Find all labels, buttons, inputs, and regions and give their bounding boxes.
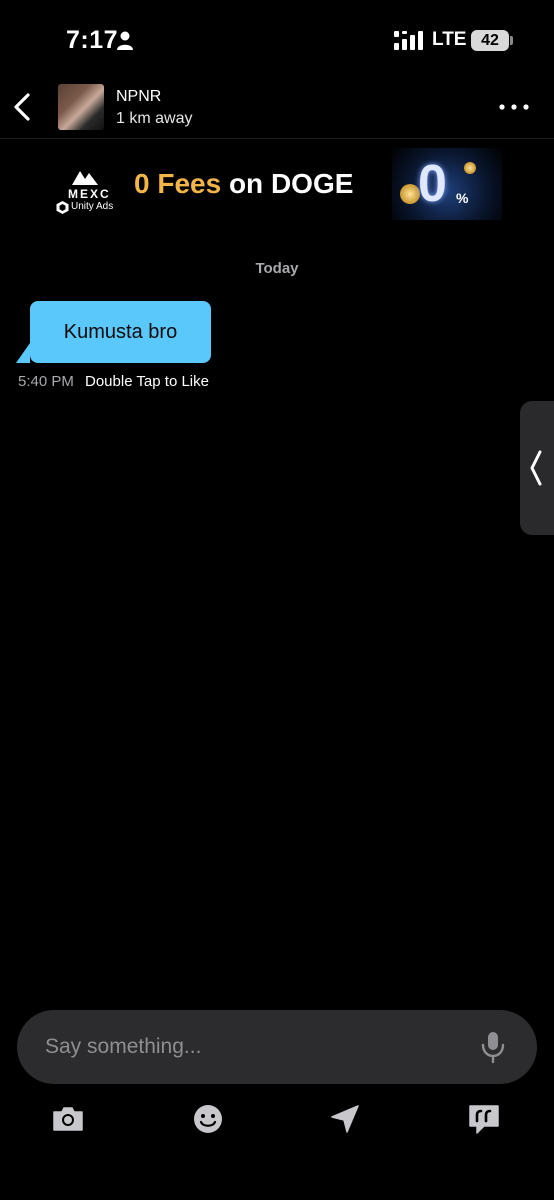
ad-art-zero: 0 bbox=[418, 155, 447, 213]
ad-banner[interactable]: MEXC Unity Ads 0 Fees on DOGE 0 % bbox=[54, 148, 502, 222]
contact-name[interactable]: NPNR bbox=[116, 88, 161, 106]
message-bubble[interactable]: Kumusta bro bbox=[30, 301, 211, 363]
emoji-icon[interactable] bbox=[191, 1102, 225, 1136]
microphone-icon[interactable] bbox=[479, 1030, 507, 1064]
back-icon[interactable] bbox=[8, 90, 38, 124]
quick-replies-icon[interactable] bbox=[467, 1102, 501, 1136]
message-input[interactable]: Say something... bbox=[17, 1010, 537, 1084]
ad-headline: 0 Fees on DOGE bbox=[134, 168, 353, 200]
ad-network-label: Unity Ads bbox=[71, 201, 114, 212]
unity-icon bbox=[56, 201, 69, 214]
ad-artwork: 0 % bbox=[392, 148, 502, 220]
input-placeholder: Say something... bbox=[45, 1035, 202, 1058]
ad-brand: MEXC bbox=[68, 187, 111, 201]
double-tap-like-hint[interactable]: Double Tap to Like bbox=[85, 373, 209, 390]
signal-icon bbox=[394, 31, 423, 50]
message-text: Kumusta bro bbox=[63, 321, 178, 343]
date-divider: Today bbox=[255, 260, 299, 277]
side-drawer-handle[interactable] bbox=[520, 401, 554, 535]
battery-tip bbox=[510, 36, 513, 45]
coin-icon bbox=[400, 184, 420, 204]
message-bubble-tail bbox=[16, 343, 30, 363]
mexc-logo-icon bbox=[72, 171, 98, 185]
ad-art-percent: % bbox=[456, 190, 469, 206]
network-type: LTE bbox=[432, 29, 467, 50]
message-timestamp: 5:40 PM bbox=[18, 373, 74, 390]
contact-distance: 1 km away bbox=[116, 110, 193, 127]
chat-header: NPNR 1 km away bbox=[0, 80, 554, 139]
status-time: 7:17 bbox=[66, 26, 119, 54]
status-bar: 7:17 LTE 42 bbox=[0, 0, 554, 80]
ad-headline-main: on DOGE bbox=[221, 168, 354, 199]
coin-icon bbox=[464, 162, 476, 174]
ad-headline-accent: 0 Fees bbox=[134, 168, 222, 199]
person-icon bbox=[117, 31, 133, 50]
more-options-icon[interactable] bbox=[494, 94, 534, 120]
chevron-left-icon bbox=[530, 450, 542, 486]
avatar[interactable] bbox=[58, 84, 104, 130]
battery-icon: 42 bbox=[471, 30, 509, 51]
camera-icon[interactable] bbox=[51, 1102, 85, 1136]
location-icon[interactable] bbox=[328, 1102, 362, 1136]
